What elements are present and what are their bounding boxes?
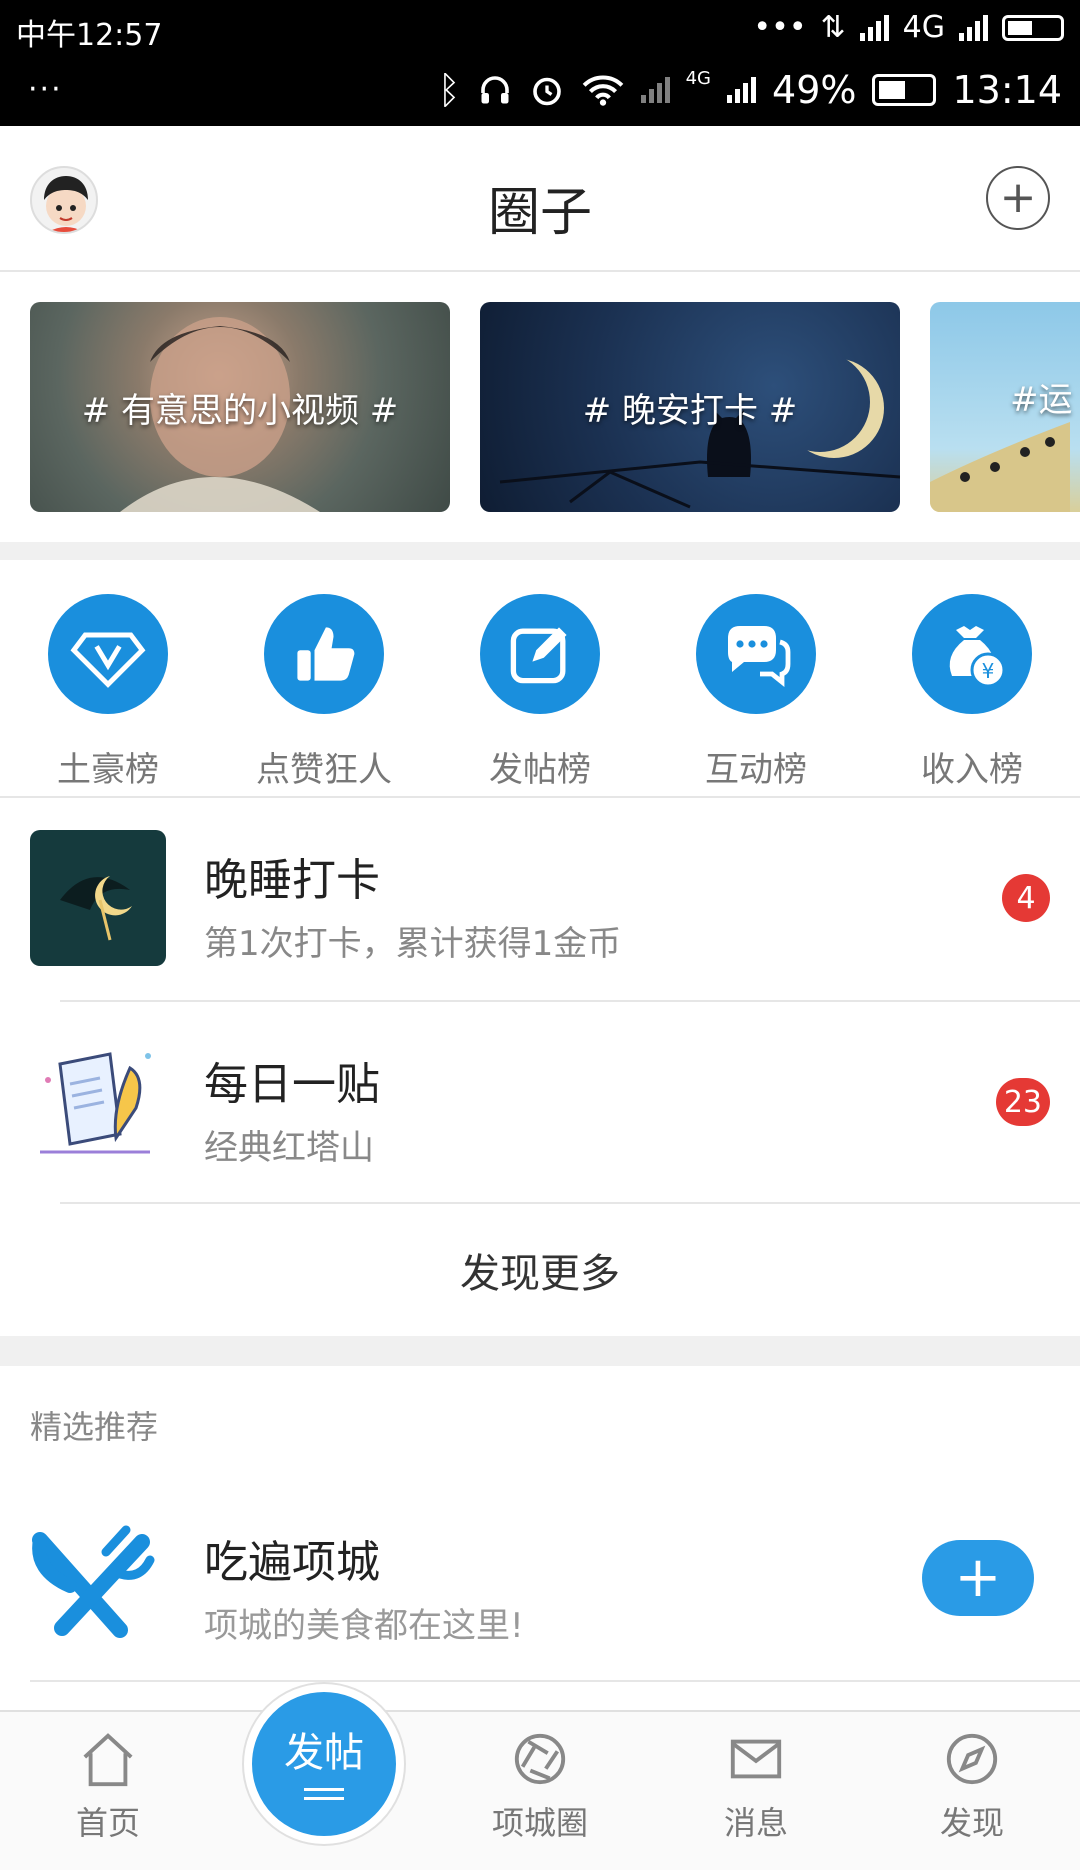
battery-percent: 49% [772,68,857,112]
battery-icon-top [1002,14,1064,41]
circle-subtitle: 第1次打卡，累计获得1金币 [204,924,622,964]
section-gap [0,542,1080,560]
list-item[interactable]: 每日一贴 经典红塔山 23 [0,1002,1080,1204]
rank-income[interactable]: ¥ 收入榜 [864,560,1080,796]
divider [30,1680,1080,1682]
rank-posts[interactable]: 发帖榜 [432,560,648,796]
circle-title: 晚睡打卡 [204,855,380,906]
topic-banner-sports[interactable]: #运 [930,302,1080,512]
status-time-top: 中午12:57 [16,18,163,53]
nav-discover[interactable]: 发现 [892,1730,1052,1844]
more-dots-icon: ••• [753,10,807,45]
featured-title: 吃遍项城 [204,1537,380,1588]
featured-subtitle: 项城的美食都在这里! [204,1606,524,1646]
headphones-icon [480,76,509,104]
rank-label: 收入榜 [921,750,1023,790]
app-header: 圈子 + [0,126,1080,272]
topic-banner-carousel[interactable]: # 有意思的小视频 # # 晚安打卡 # #运 [0,272,1080,542]
unread-badge: 23 [995,1078,1050,1126]
rank-label: 互动榜 [705,750,807,790]
alarm-icon [532,77,561,106]
wifi-icon [582,75,623,106]
mail-icon [730,1739,782,1779]
page-title: 圈子 [487,183,592,243]
circle-subtitle: 经典红塔山 [204,1128,374,1168]
signal-icon-2 [959,14,988,41]
network-type-top: 4G [902,10,945,45]
topic-banner-label: # 晚安打卡 # [582,390,798,431]
post-button[interactable]: 发帖 [244,1684,404,1844]
nav-city-circle[interactable]: 项城圈 [460,1730,620,1844]
diamond-v-icon [48,594,168,714]
rank-rich[interactable]: 土豪榜 [0,560,216,796]
svg-text:¥: ¥ [982,659,995,683]
notification-dots: ··· [28,72,63,107]
status-indicators-top: ••• ⇅ 4G [753,10,1064,45]
discover-more-button[interactable]: 发现更多 [0,1204,1080,1336]
home-icon [83,1733,133,1787]
section-gap [0,1336,1080,1366]
edit-icon [480,594,600,714]
nav-label: 首页 [75,1804,140,1842]
rank-likes[interactable]: 点赞狂人 [216,560,432,796]
menu-lines-icon [304,1788,344,1800]
battery-icon [872,74,937,106]
data-arrows-icon: ⇅ [820,10,846,45]
circle-thumbnail [30,1034,166,1170]
ranking-shortcuts: 土豪榜 点赞狂人 发帖榜 互动榜 ¥ 收入榜 [0,560,1080,798]
featured-circle-item[interactable]: 吃遍项城 项城的美食都在这里! + [0,1470,1080,1680]
nav-label: 消息 [723,1804,788,1842]
section-title: 精选推荐 [30,1408,159,1446]
nav-home[interactable]: 首页 [28,1730,188,1844]
bluetooth-icon: ᛒ [437,68,461,112]
plus-icon: + [999,172,1037,223]
nav-messages[interactable]: 消息 [676,1730,836,1844]
status-indicators: ᛒ 4G 49% 13:14 [438,68,1062,112]
status-bar-bottom-row: ··· ᛒ 4G 49% 13:14 [0,62,1080,124]
signal-off-icon [640,77,670,103]
fork-knife-icon [30,1520,160,1650]
circle-thumbnail [30,830,166,966]
nav-label: 项城圈 [491,1804,588,1842]
chat-bubbles-icon [696,594,816,714]
status-bar-top-row: 中午12:57 ••• ⇅ 4G [0,0,1080,58]
rank-label: 土豪榜 [57,750,159,790]
unread-badge: 4 [1002,874,1050,922]
join-button[interactable]: + [922,1540,1034,1616]
umbrella-moon-icon [60,876,132,941]
post-label: 发帖 [284,1730,364,1776]
circle-title: 每日一贴 [204,1059,380,1110]
nav-label: 发现 [939,1804,1004,1842]
bottom-nav: 首页 项城圈 消息 发现 [0,1710,1080,1870]
topic-banner-label: # 有意思的小视频 # [81,390,399,431]
topic-banner-funny-videos[interactable]: # 有意思的小视频 # [30,302,450,512]
paper-quill-icon [40,1052,151,1154]
status-bar: 中午12:57 ••• ⇅ 4G ··· ᛒ 4G 49% 13:14 [0,0,1080,126]
rank-label: 发帖榜 [489,750,591,790]
aperture-icon [514,1733,566,1785]
status-time: 13:14 [952,68,1062,112]
list-item[interactable]: 晚睡打卡 第1次打卡，累计获得1金币 4 [0,798,1080,1000]
plus-icon: + [954,1545,1002,1610]
topic-banner-label: #运 [1010,380,1073,420]
signal-icon-3 [727,77,757,103]
network-type: 4G [685,68,712,89]
money-bag-icon: ¥ [912,594,1032,714]
add-circle-button[interactable]: + [986,166,1050,230]
compass-icon [946,1733,998,1785]
thumbs-up-icon [264,594,384,714]
rank-label: 点赞狂人 [256,750,392,790]
signal-icon [859,14,889,41]
topic-banner-goodnight[interactable]: # 晚安打卡 # [480,302,900,512]
rank-interaction[interactable]: 互动榜 [648,560,864,796]
